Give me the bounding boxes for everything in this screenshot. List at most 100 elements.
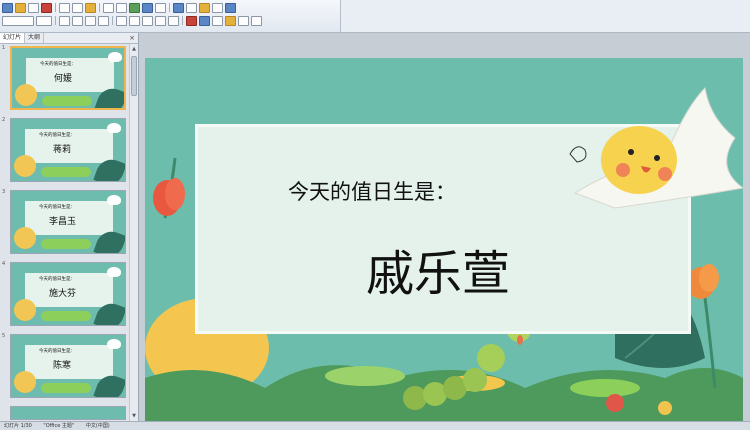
thumbnail-scrollbar[interactable]: ▲ ▼ (129, 44, 138, 421)
thumb-name: 李昌玉 (49, 217, 77, 227)
redo-icon[interactable] (116, 2, 127, 13)
more-icon[interactable] (251, 15, 262, 26)
chick-image (14, 371, 36, 393)
thumb-subtitle: 今天的值日生是： (39, 277, 75, 282)
bird-image (107, 123, 121, 133)
pane-tabs: 幻灯片 大纲 × (0, 33, 138, 44)
save-icon[interactable] (28, 2, 39, 13)
print-icon[interactable] (41, 2, 52, 13)
separator (182, 16, 183, 25)
paste-icon[interactable] (85, 2, 96, 13)
insert-picture-icon[interactable] (155, 2, 166, 13)
line-color-icon[interactable] (212, 15, 223, 26)
scroll-thumb[interactable] (131, 56, 137, 96)
tab-slides[interactable]: 幻灯片 (0, 33, 26, 43)
thumb-subtitle: 今天的值日生是： (39, 133, 75, 138)
undo-icon[interactable] (103, 2, 114, 13)
plant-image (41, 383, 91, 393)
slide-thumbnail[interactable]: 今天的值日生是： 李昌玉 (10, 190, 126, 254)
separator (169, 3, 170, 12)
slide-thumbnail[interactable]: 今天的值日生是： 何媛 (10, 46, 126, 110)
fill-color-icon[interactable] (199, 15, 210, 26)
insert-chart-icon[interactable] (129, 2, 140, 13)
font-size-icon[interactable] (36, 15, 52, 26)
thumb-name: 何媛 (54, 74, 73, 84)
slide-number: 2 (2, 117, 6, 123)
scroll-down-icon[interactable]: ▼ (130, 412, 138, 420)
toolbar-empty-area (341, 0, 750, 32)
tab-outline[interactable]: 大纲 (25, 33, 45, 43)
plant-image (42, 96, 92, 106)
font-color-icon[interactable] (186, 15, 197, 26)
slide-thumbnail[interactable]: 今天的值日生是： 施大芬 (10, 262, 126, 326)
slide-number: 5 (2, 333, 6, 339)
quick-toolbar (0, 0, 341, 32)
new-slide-icon[interactable] (173, 2, 184, 13)
status-theme: "Office 主题" (43, 423, 75, 429)
separator (55, 3, 56, 12)
thumb-subtitle: 今天的值日生是： (39, 205, 75, 210)
chick-image (14, 227, 36, 249)
separator (55, 16, 56, 25)
align-left-icon[interactable] (116, 15, 127, 26)
doodle-image (569, 146, 587, 163)
slide-number: 3 (2, 189, 6, 195)
slide-thumbnail[interactable]: 今天的值日生是： 蒋莉 (10, 118, 126, 182)
toolbar-row-2 (2, 15, 262, 26)
bird-image (108, 52, 122, 62)
bullets-icon[interactable] (155, 15, 166, 26)
plant-image (41, 167, 91, 177)
bold-icon[interactable] (59, 15, 70, 26)
numbering-icon[interactable] (168, 15, 179, 26)
chick-image (15, 84, 37, 106)
open-icon[interactable] (15, 2, 26, 13)
thumbnail-list: 1 今天的值日生是： 何媛 2 今天的值日生是： 蒋莉 3 今天的值日生是： 李… (0, 44, 128, 421)
separator (99, 3, 100, 12)
thumb-name: 施大芬 (49, 289, 77, 299)
italic-icon[interactable] (72, 15, 83, 26)
slides-pane: 幻灯片 大纲 × 1 今天的值日生是： 何媛 2 今天的值日生是： 蒋莉 3 今… (0, 33, 139, 421)
chick-image (14, 299, 36, 321)
align-right-icon[interactable] (142, 15, 153, 26)
slide-name[interactable]: 戚乐萱 (366, 234, 510, 304)
separator (112, 16, 113, 25)
chick-image (14, 155, 36, 177)
status-language: 中文(中国) (85, 423, 110, 429)
new-icon[interactable] (2, 2, 13, 13)
status-slide-info: 幻灯片 1/30 (4, 423, 32, 429)
slide-thumbnail[interactable]: 今天的值日生是： 陈寒 (10, 334, 126, 398)
bird-image (573, 86, 743, 209)
thumb-subtitle: 今天的值日生是： (39, 349, 75, 354)
current-slide[interactable]: 今天的值日生是： 戚乐萱 (145, 58, 743, 429)
ribbon-toolbar (0, 0, 750, 33)
close-icon[interactable]: × (129, 34, 135, 42)
layout-icon[interactable] (186, 2, 197, 13)
plant-image (41, 239, 91, 249)
toolbar-row-1 (2, 2, 236, 13)
slide-number: 1 (2, 45, 6, 51)
font-box-icon[interactable] (2, 15, 34, 26)
zoom-icon[interactable] (212, 2, 223, 13)
scroll-up-icon[interactable]: ▲ (130, 45, 138, 53)
plant-image (41, 311, 91, 321)
shape-icon[interactable] (225, 15, 236, 26)
slide-thumbnail[interactable] (10, 406, 126, 420)
cut-icon[interactable] (59, 2, 70, 13)
shadow-icon[interactable] (98, 15, 109, 26)
slide-subtitle[interactable]: 今天的值日生是： (288, 176, 456, 206)
bird-image (107, 267, 121, 277)
align-center-icon[interactable] (129, 15, 140, 26)
thumb-subtitle: 今天的值日生是： (40, 62, 76, 67)
design-icon[interactable] (199, 2, 210, 13)
underline-icon[interactable] (85, 15, 96, 26)
thumb-name: 蒋莉 (53, 145, 72, 155)
insert-table-icon[interactable] (142, 2, 153, 13)
slide-editor: 今天的值日生是： 戚乐萱 (139, 33, 750, 429)
copy-icon[interactable] (72, 2, 83, 13)
thumb-name: 陈寒 (53, 361, 72, 371)
help-icon[interactable] (225, 2, 236, 13)
bird-image (107, 195, 121, 205)
bird-image (107, 339, 121, 349)
slide-number: 4 (2, 261, 6, 267)
arrange-icon[interactable] (238, 15, 249, 26)
